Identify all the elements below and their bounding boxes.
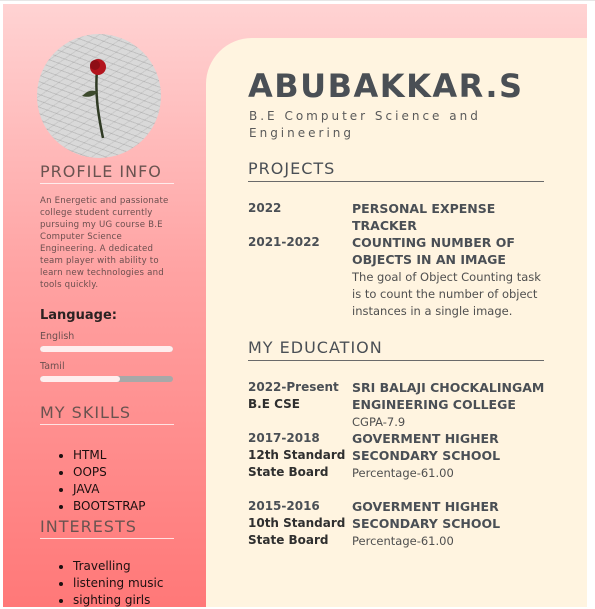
education-course: 12th Standard State Board: [248, 448, 346, 479]
language-label-tamil: Tamil: [40, 361, 65, 372]
project-year: 2022: [248, 201, 282, 215]
education-score: Percentage-61.00: [352, 466, 454, 480]
language-label-english: English: [40, 331, 75, 342]
skill-item: BOOTSTRAP: [73, 498, 146, 515]
education-year: 2017-2018: [248, 431, 320, 445]
interest-item: sighting girls: [73, 592, 163, 607]
resume-page: PROFILE INFO An Energetic and passionate…: [3, 4, 587, 607]
education-year: 2015-2016: [248, 499, 320, 513]
education-course: B.E CSE: [248, 397, 300, 411]
page-title-name: ABUBAKKAR.S: [248, 67, 524, 105]
education-institution: SRI BALAJI CHOCKALINGAM ENGINEERING COLL…: [352, 380, 545, 412]
interests-list: Travelling listening music sighting girl…: [40, 558, 163, 607]
subtitle-degree: B.E Computer Science and Engineering: [249, 109, 481, 140]
education-heading: MY EDUCATION: [248, 338, 544, 361]
education-year: 2022-Present: [248, 380, 339, 394]
projects-heading: PROJECTS: [248, 159, 544, 182]
skill-item: OOPS: [73, 464, 146, 481]
profile-info-heading: PROFILE INFO: [40, 162, 174, 184]
project-title: COUNTING NUMBER OF OBJECTS IN AN IMAGE: [352, 235, 515, 267]
language-heading: Language:: [40, 308, 117, 323]
skill-item: HTML: [73, 447, 146, 464]
profile-description: An Energetic and passionate college stud…: [40, 196, 169, 290]
project-description: The goal of Object Counting task is to c…: [352, 270, 541, 318]
profile-photo: [37, 34, 161, 158]
education-institution: GOVERMENT HIGHER SECONDARY SCHOOL: [352, 431, 501, 463]
interest-item: Travelling: [73, 558, 163, 575]
project-year: 2021-2022: [248, 235, 320, 249]
interests-heading: INTERESTS: [40, 517, 174, 539]
language-bar-tamil: [40, 376, 173, 382]
rose-image: [82, 59, 106, 139]
skill-item: JAVA: [73, 481, 146, 498]
project-title: PERSONAL EXPENSE TRACKER: [352, 201, 496, 233]
language-bar-english: [40, 346, 173, 352]
skills-heading: MY SKILLS: [40, 403, 174, 425]
skills-list: HTML OOPS JAVA BOOTSTRAP: [40, 447, 146, 515]
language-bar-tamil-fill: [40, 376, 120, 382]
education-course: 10th Standard State Board: [248, 516, 346, 547]
language-bar-english-fill: [40, 346, 173, 352]
interest-item: listening music: [73, 575, 163, 592]
education-score: CGPA-7.9: [352, 415, 406, 429]
education-score: Percentage-61.00: [352, 534, 454, 548]
education-institution: GOVERMENT HIGHER SECONDARY SCHOOL: [352, 499, 501, 531]
